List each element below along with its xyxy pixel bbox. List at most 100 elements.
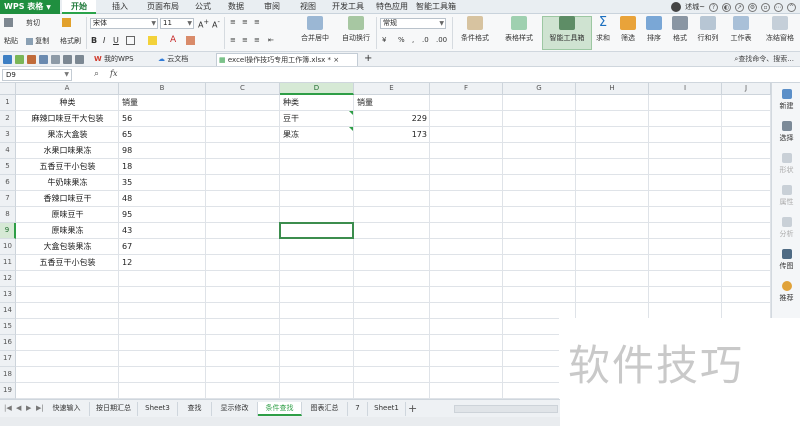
selected-cell[interactable] xyxy=(279,222,354,239)
cell-sales[interactable]: 43 xyxy=(119,223,206,239)
column-header[interactable]: A xyxy=(16,83,119,95)
fx-icon[interactable]: fx xyxy=(110,69,117,78)
zoom-search-icon[interactable]: ⌕ xyxy=(94,69,99,79)
cell-summary-category[interactable]: 豆干 xyxy=(280,111,354,127)
column-header[interactable]: D xyxy=(280,83,354,95)
open-icon[interactable] xyxy=(15,55,24,64)
row-header[interactable]: 17 xyxy=(0,351,16,367)
brush-icon-button[interactable] xyxy=(62,18,71,27)
cell-sales[interactable]: 48 xyxy=(119,191,206,207)
column-header[interactable]: J xyxy=(722,83,771,95)
user-name[interactable]: 述城~ xyxy=(685,2,705,12)
task-new[interactable]: 新建 xyxy=(772,89,800,111)
column-header[interactable]: I xyxy=(649,83,722,95)
menu-tab-review[interactable]: 审阅 xyxy=(258,0,286,14)
row-header[interactable]: 10 xyxy=(0,239,16,255)
tab-my-wps[interactable]: W 我的WPS xyxy=(92,53,134,66)
prev-sheet-icon[interactable]: ◀ xyxy=(16,404,21,412)
cell-sales[interactable]: 56 xyxy=(119,111,206,127)
column-header[interactable]: G xyxy=(503,83,576,95)
rows-cols-button[interactable]: 行和列 xyxy=(694,16,722,43)
indent-button[interactable]: ⇤ xyxy=(268,36,274,44)
cell-category[interactable]: 原味果冻 xyxy=(16,223,119,239)
avatar[interactable] xyxy=(671,2,682,12)
cell-sales[interactable]: 95 xyxy=(119,207,206,223)
align-left-button[interactable]: ≡ xyxy=(230,36,236,44)
cell-sales[interactable]: 12 xyxy=(119,255,206,271)
menu-tab-home[interactable]: 开始 xyxy=(62,0,96,14)
cell-category[interactable]: 水果口味果冻 xyxy=(16,143,119,159)
settings-icon[interactable]: ⚙ xyxy=(748,2,757,12)
row-header[interactable]: 3 xyxy=(0,127,16,143)
tab-workbook[interactable]: ▦ excel操作技巧专用工作簿.xlsx * × xyxy=(216,53,358,66)
row-header[interactable]: 5 xyxy=(0,159,16,175)
merge-center-button[interactable]: 合并居中 xyxy=(296,16,334,43)
row-header[interactable]: 15 xyxy=(0,319,16,335)
row-header[interactable]: 16 xyxy=(0,335,16,351)
currency-button[interactable]: ¥ xyxy=(382,36,386,44)
menu-tab-smart-toolbox[interactable]: 智能工具箱 xyxy=(416,0,456,14)
cell-sales[interactable]: 65 xyxy=(119,127,206,143)
wrap-text-button[interactable]: 自动换行 xyxy=(338,16,374,43)
sheet-tab-quick-input[interactable]: 快速输入 xyxy=(44,402,90,416)
cell-header-sales[interactable]: 销量 xyxy=(119,95,206,111)
print-preview-icon[interactable] xyxy=(39,55,48,64)
skin-icon[interactable]: ◐ xyxy=(722,2,731,12)
row-header[interactable]: 7 xyxy=(0,191,16,207)
align-center-button[interactable]: ≡ xyxy=(242,36,248,44)
fill-color-button[interactable] xyxy=(148,36,157,45)
underline-button[interactable]: U xyxy=(113,36,119,45)
new-tab-button[interactable]: + xyxy=(362,53,372,66)
comma-button[interactable]: , xyxy=(412,36,414,44)
export-pdf-icon[interactable] xyxy=(51,55,60,64)
bold-button[interactable]: B xyxy=(91,36,97,45)
select-all-corner[interactable] xyxy=(0,83,16,95)
decrease-decimal-button[interactable]: .00 xyxy=(436,36,447,44)
paste-button[interactable]: 粘贴 xyxy=(4,36,18,46)
share-icon[interactable]: ↗ xyxy=(735,2,744,12)
font-size-select[interactable]: 11 ▼ xyxy=(160,18,194,29)
redo-icon[interactable] xyxy=(75,55,84,64)
cell-category[interactable]: 五香豆干小包装 xyxy=(16,255,119,271)
sheet-tab-by-date[interactable]: 按日期汇总 xyxy=(90,402,138,416)
border-button[interactable] xyxy=(126,36,135,45)
row-header[interactable]: 4 xyxy=(0,143,16,159)
first-sheet-icon[interactable]: |◀ xyxy=(4,404,12,412)
font-shrink-button[interactable]: A- xyxy=(212,18,220,30)
cell-category[interactable]: 牛奶味果冻 xyxy=(16,175,119,191)
cell-category[interactable]: 麻辣口味豆干大包装 xyxy=(16,111,119,127)
menu-tab-page-layout[interactable]: 页面布局 xyxy=(140,0,186,14)
column-header[interactable]: C xyxy=(206,83,280,95)
conditional-format-button[interactable]: 条件格式 xyxy=(454,16,496,43)
row-header[interactable]: 11 xyxy=(0,255,16,271)
tab-cloud-docs[interactable]: ☁ 云文档 xyxy=(156,53,188,66)
row-header[interactable]: 18 xyxy=(0,367,16,383)
column-header[interactable]: F xyxy=(430,83,503,95)
task-properties[interactable]: 属性 xyxy=(772,185,800,207)
help-icon[interactable]: ? xyxy=(709,2,718,12)
menu-tab-insert[interactable]: 插入 xyxy=(106,0,134,14)
number-format-select[interactable]: 常规 ▼ xyxy=(380,18,446,29)
font-name-select[interactable]: 宋体 ▼ xyxy=(90,18,158,29)
sheet-tab-sheet3[interactable]: Sheet3 xyxy=(138,402,178,416)
row-header[interactable]: 8 xyxy=(0,207,16,223)
cut-button[interactable] xyxy=(4,18,13,27)
cell-category[interactable]: 香辣口味豆干 xyxy=(16,191,119,207)
add-sheet-button[interactable]: + xyxy=(408,402,417,415)
cell-summary-sales[interactable]: 173 xyxy=(354,127,430,143)
column-header[interactable]: E xyxy=(354,83,430,95)
cell-sales[interactable]: 98 xyxy=(119,143,206,159)
save-icon[interactable] xyxy=(3,55,12,64)
last-sheet-icon[interactable]: ▶| xyxy=(36,404,44,412)
freeze-panes-button[interactable]: 冻结窗格 xyxy=(760,16,800,43)
worksheet-button[interactable]: 工作表 xyxy=(726,16,756,43)
align-top-button[interactable]: ≡ xyxy=(230,18,236,26)
row-header[interactable]: 9 xyxy=(0,223,16,239)
row-header[interactable]: 19 xyxy=(0,383,16,399)
next-sheet-icon[interactable]: ▶ xyxy=(26,404,31,412)
sheet-tab-show-modify[interactable]: 显示修改 xyxy=(212,402,258,416)
menu-tab-formulas[interactable]: 公式 xyxy=(190,0,216,14)
column-header[interactable]: H xyxy=(576,83,649,95)
row-header[interactable]: 6 xyxy=(0,175,16,191)
cell-sales[interactable]: 67 xyxy=(119,239,206,255)
